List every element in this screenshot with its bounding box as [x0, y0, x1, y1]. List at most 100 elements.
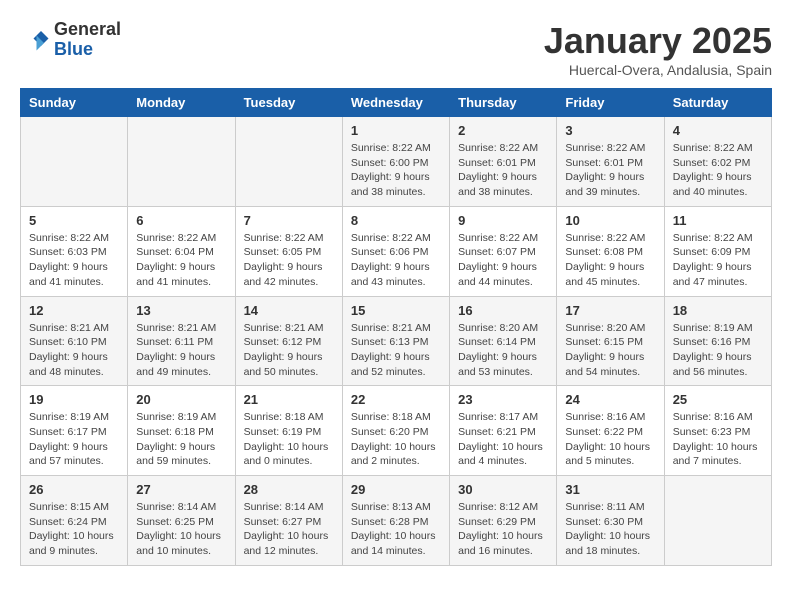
cell-date: 12 [29, 303, 119, 318]
cell-date: 9 [458, 213, 548, 228]
calendar-cell-w5-d7 [664, 476, 771, 566]
calendar-cell-w5-d6: 31Sunrise: 8:11 AM Sunset: 6:30 PM Dayli… [557, 476, 664, 566]
logo: General Blue [20, 20, 121, 60]
cell-info: Sunrise: 8:17 AM Sunset: 6:21 PM Dayligh… [458, 410, 548, 469]
cell-info: Sunrise: 8:22 AM Sunset: 6:00 PM Dayligh… [351, 141, 441, 200]
calendar-cell-w2-d5: 9Sunrise: 8:22 AM Sunset: 6:07 PM Daylig… [450, 206, 557, 296]
calendar-title: January 2025 [544, 20, 772, 62]
header-thursday: Thursday [450, 89, 557, 117]
cell-info: Sunrise: 8:21 AM Sunset: 6:12 PM Dayligh… [244, 321, 334, 380]
cell-date: 14 [244, 303, 334, 318]
header-tuesday: Tuesday [235, 89, 342, 117]
cell-info: Sunrise: 8:20 AM Sunset: 6:14 PM Dayligh… [458, 321, 548, 380]
cell-date: 30 [458, 482, 548, 497]
cell-info: Sunrise: 8:14 AM Sunset: 6:27 PM Dayligh… [244, 500, 334, 559]
calendar-cell-w1-d4: 1 Sunrise: 8:22 AM Sunset: 6:00 PM Daylig… [342, 117, 449, 207]
cell-info: Sunrise: 8:22 AM Sunset: 6:04 PM Dayligh… [136, 231, 226, 290]
calendar-cell-w2-d1: 5Sunrise: 8:22 AM Sunset: 6:03 PM Daylig… [21, 206, 128, 296]
cell-date: 2 [458, 123, 548, 138]
calendar-cell-w3-d4: 15 Sunrise: 8:21 AM Sunset: 6:13 PM Dayli… [342, 296, 449, 386]
calendar-cell-w5-d3: 28Sunrise: 8:14 AM Sunset: 6:27 PM Dayli… [235, 476, 342, 566]
cell-date: 18 [673, 303, 763, 318]
calendar-cell-w3-d6: 17 Sunrise: 8:20 AM Sunset: 6:15 PM Dayli… [557, 296, 664, 386]
calendar-cell-w3-d7: 18 Sunrise: 8:19 AM Sunset: 6:16 PM Dayli… [664, 296, 771, 386]
cell-info: Sunrise: 8:13 AM Sunset: 6:28 PM Dayligh… [351, 500, 441, 559]
cell-info: Sunrise: 8:22 AM Sunset: 6:02 PM Dayligh… [673, 141, 763, 200]
cell-info: Sunrise: 8:21 AM Sunset: 6:13 PM Dayligh… [351, 321, 441, 380]
cell-info: Sunrise: 8:14 AM Sunset: 6:25 PM Dayligh… [136, 500, 226, 559]
calendar-cell-w3-d5: 16 Sunrise: 8:20 AM Sunset: 6:14 PM Dayli… [450, 296, 557, 386]
calendar-cell-w1-d5: 2Sunrise: 8:22 AM Sunset: 6:01 PM Daylig… [450, 117, 557, 207]
calendar-cell-w2-d4: 8Sunrise: 8:22 AM Sunset: 6:06 PM Daylig… [342, 206, 449, 296]
calendar-cell-w4-d5: 23 Sunrise: 8:17 AM Sunset: 6:21 PM Dayli… [450, 386, 557, 476]
week-row-5: 26 Sunrise: 8:15 AM Sunset: 6:24 PM Dayli… [21, 476, 772, 566]
cell-date: 3 [565, 123, 655, 138]
calendar-cell-w2-d3: 7Sunrise: 8:22 AM Sunset: 6:05 PM Daylig… [235, 206, 342, 296]
cell-date: 1 [351, 123, 441, 138]
cell-info: Sunrise: 8:19 AM Sunset: 6:17 PM Dayligh… [29, 410, 119, 469]
day-header-row: Sunday Monday Tuesday Wednesday Thursday… [21, 89, 772, 117]
calendar-cell-w5-d2: 27 Sunrise: 8:14 AM Sunset: 6:25 PM Dayli… [128, 476, 235, 566]
cell-date: 21 [244, 392, 334, 407]
calendar-table: Sunday Monday Tuesday Wednesday Thursday… [20, 88, 772, 566]
week-row-2: 5Sunrise: 8:22 AM Sunset: 6:03 PM Daylig… [21, 206, 772, 296]
cell-date: 7 [244, 213, 334, 228]
calendar-cell-w1-d1 [21, 117, 128, 207]
cell-info: Sunrise: 8:18 AM Sunset: 6:19 PM Dayligh… [244, 410, 334, 469]
cell-info: Sunrise: 8:15 AM Sunset: 6:24 PM Dayligh… [29, 500, 119, 559]
header-monday: Monday [128, 89, 235, 117]
calendar-cell-w4-d6: 24Sunrise: 8:16 AM Sunset: 6:22 PM Dayli… [557, 386, 664, 476]
cell-info: Sunrise: 8:18 AM Sunset: 6:20 PM Dayligh… [351, 410, 441, 469]
logo-general: General [54, 20, 121, 40]
cell-date: 13 [136, 303, 226, 318]
calendar-cell-w2-d2: 6Sunrise: 8:22 AM Sunset: 6:04 PM Daylig… [128, 206, 235, 296]
calendar-cell-w4-d2: 20Sunrise: 8:19 AM Sunset: 6:18 PM Dayli… [128, 386, 235, 476]
header-sunday: Sunday [21, 89, 128, 117]
cell-date: 17 [565, 303, 655, 318]
cell-info: Sunrise: 8:20 AM Sunset: 6:15 PM Dayligh… [565, 321, 655, 380]
cell-date: 4 [673, 123, 763, 138]
cell-date: 26 [29, 482, 119, 497]
cell-date: 23 [458, 392, 548, 407]
calendar-cell-w1-d6: 3 Sunrise: 8:22 AM Sunset: 6:01 PM Daylig… [557, 117, 664, 207]
calendar-subtitle: Huercal-Overa, Andalusia, Spain [544, 62, 772, 78]
page-header: General Blue January 2025 Huercal-Overa,… [20, 20, 772, 78]
calendar-cell-w5-d1: 26 Sunrise: 8:15 AM Sunset: 6:24 PM Dayli… [21, 476, 128, 566]
cell-date: 27 [136, 482, 226, 497]
calendar-cell-w3-d3: 14 Sunrise: 8:21 AM Sunset: 6:12 PM Dayli… [235, 296, 342, 386]
cell-info: Sunrise: 8:22 AM Sunset: 6:09 PM Dayligh… [673, 231, 763, 290]
cell-date: 16 [458, 303, 548, 318]
calendar-cell-w1-d3 [235, 117, 342, 207]
cell-date: 15 [351, 303, 441, 318]
title-section: January 2025 Huercal-Overa, Andalusia, S… [544, 20, 772, 78]
calendar-cell-w2-d7: 11Sunrise: 8:22 AM Sunset: 6:09 PM Dayli… [664, 206, 771, 296]
header-friday: Friday [557, 89, 664, 117]
logo-text: General Blue [54, 20, 121, 60]
cell-date: 22 [351, 392, 441, 407]
header-saturday: Saturday [664, 89, 771, 117]
calendar-cell-w4-d7: 25 Sunrise: 8:16 AM Sunset: 6:23 PM Dayli… [664, 386, 771, 476]
cell-date: 5 [29, 213, 119, 228]
cell-info: Sunrise: 8:22 AM Sunset: 6:08 PM Dayligh… [565, 231, 655, 290]
cell-date: 25 [673, 392, 763, 407]
cell-info: Sunrise: 8:16 AM Sunset: 6:22 PM Dayligh… [565, 410, 655, 469]
cell-date: 19 [29, 392, 119, 407]
cell-info: Sunrise: 8:21 AM Sunset: 6:11 PM Dayligh… [136, 321, 226, 380]
cell-info: Sunrise: 8:16 AM Sunset: 6:23 PM Dayligh… [673, 410, 763, 469]
cell-info: Sunrise: 8:19 AM Sunset: 6:16 PM Dayligh… [673, 321, 763, 380]
cell-date: 31 [565, 482, 655, 497]
cell-date: 10 [565, 213, 655, 228]
calendar-cell-w1-d7: 4 Sunrise: 8:22 AM Sunset: 6:02 PM Daylig… [664, 117, 771, 207]
calendar-cell-w5-d4: 29 Sunrise: 8:13 AM Sunset: 6:28 PM Dayli… [342, 476, 449, 566]
week-row-4: 19 Sunrise: 8:19 AM Sunset: 6:17 PM Dayli… [21, 386, 772, 476]
cell-date: 20 [136, 392, 226, 407]
logo-blue: Blue [54, 40, 121, 60]
calendar-cell-w4-d1: 19 Sunrise: 8:19 AM Sunset: 6:17 PM Dayli… [21, 386, 128, 476]
calendar-cell-w4-d3: 21 Sunrise: 8:18 AM Sunset: 6:19 PM Dayli… [235, 386, 342, 476]
cell-info: Sunrise: 8:22 AM Sunset: 6:01 PM Dayligh… [565, 141, 655, 200]
cell-date: 29 [351, 482, 441, 497]
calendar-cell-w2-d6: 10 Sunrise: 8:22 AM Sunset: 6:08 PM Dayli… [557, 206, 664, 296]
calendar-cell-w3-d2: 13 Sunrise: 8:21 AM Sunset: 6:11 PM Dayli… [128, 296, 235, 386]
calendar-cell-w5-d5: 30Sunrise: 8:12 AM Sunset: 6:29 PM Dayli… [450, 476, 557, 566]
week-row-1: 1 Sunrise: 8:22 AM Sunset: 6:00 PM Daylig… [21, 117, 772, 207]
